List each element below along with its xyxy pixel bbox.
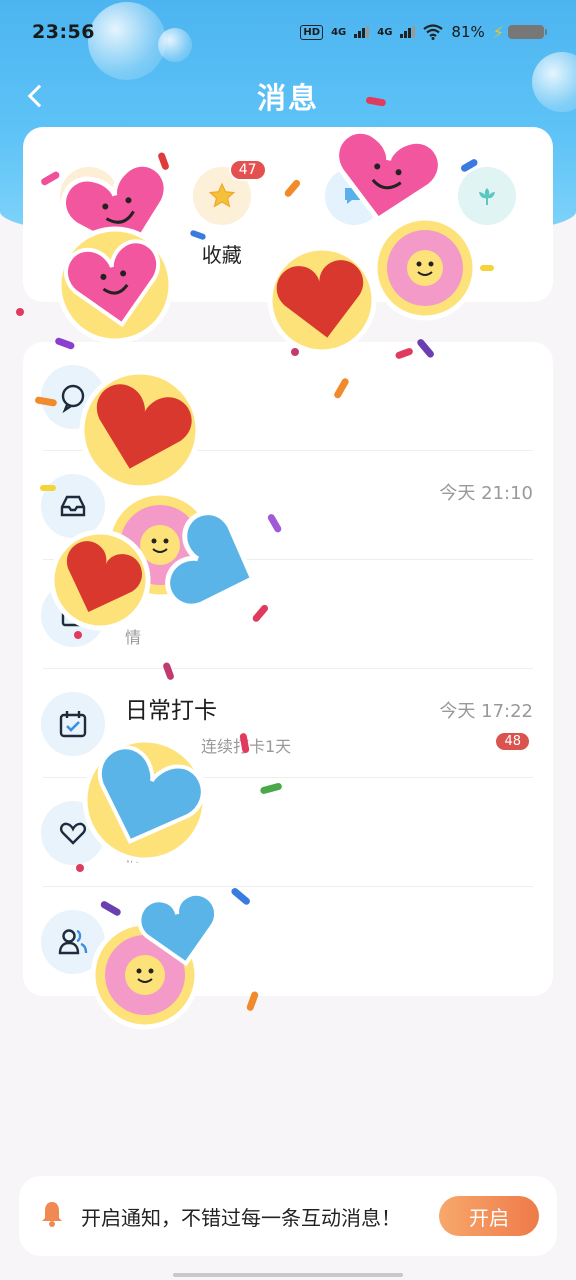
list-item[interactable]: 情 bbox=[23, 560, 553, 669]
list-item[interactable] bbox=[23, 887, 553, 996]
notification-prompt: 开启通知，不错过每一条互动消息！ 开启 bbox=[19, 1176, 557, 1256]
tab-label: 收藏 bbox=[201, 243, 242, 267]
row-time: 今天 21:10 bbox=[439, 483, 533, 504]
status-bar: 23:56 HD 4G 4G 81% ⚡ bbox=[0, 0, 576, 64]
row-subtitle: 连续打卡1天 bbox=[201, 737, 292, 756]
flower-icon bbox=[457, 167, 516, 225]
favorites-badge: 47 bbox=[228, 159, 267, 181]
nav-bar: 消息 bbox=[0, 66, 576, 126]
list-item[interactable]: 日常打卡 连续打卡1天 今天 17:22 48 bbox=[23, 669, 553, 778]
row-time: 今天 17:22 bbox=[439, 701, 533, 722]
tab-favorites[interactable]: 47 收藏 bbox=[167, 159, 277, 302]
row-title: 日常打卡 bbox=[125, 698, 217, 724]
back-button[interactable] bbox=[18, 78, 54, 114]
row-subtitle: 情 bbox=[125, 846, 142, 865]
tab-chat[interactable] bbox=[299, 167, 409, 302]
list-item[interactable]: 情 bbox=[23, 778, 553, 887]
battery-icon bbox=[508, 25, 547, 39]
tab-flower[interactable] bbox=[432, 167, 542, 302]
bell-icon bbox=[60, 167, 119, 225]
calendar-check-icon bbox=[41, 692, 105, 756]
page-title: 消息 bbox=[256, 81, 319, 115]
signal-icon bbox=[354, 26, 370, 38]
network-label-2: 4G bbox=[377, 26, 393, 38]
list-item[interactable]: 情 bbox=[23, 342, 553, 451]
message-list: 情 今天 21:10 情 日常打卡 连续打卡1天 今天 17:22 48 情 bbox=[23, 342, 553, 996]
enable-notifications-button[interactable]: 开启 bbox=[439, 1196, 539, 1236]
edit-icon bbox=[41, 583, 105, 647]
status-icons: HD 4G 4G 81% ⚡ bbox=[300, 22, 547, 42]
comment-icon bbox=[41, 365, 105, 429]
signal-icon-2 bbox=[400, 26, 416, 38]
status-time: 23:56 bbox=[32, 21, 95, 43]
wifi-icon bbox=[423, 24, 444, 40]
notification-prompt-text: 开启通知，不错过每一条互动消息！ bbox=[81, 1205, 401, 1230]
network-label-1: 4G bbox=[331, 26, 347, 38]
chevron-left-icon bbox=[27, 84, 51, 108]
charging-icon: ⚡ bbox=[492, 22, 504, 42]
bell-icon bbox=[37, 1199, 67, 1233]
row-subtitle: 情 bbox=[125, 628, 142, 647]
top-tab-card: 47 收藏 bbox=[23, 127, 553, 302]
inbox-icon bbox=[41, 474, 105, 538]
home-indicator[interactable] bbox=[173, 1273, 403, 1277]
heart-hand-icon bbox=[41, 801, 105, 865]
battery-percent: 81% bbox=[451, 23, 485, 41]
unread-badge: 48 bbox=[496, 733, 529, 750]
users-icon bbox=[41, 910, 105, 974]
hd-icon: HD bbox=[300, 24, 324, 40]
list-item[interactable]: 今天 21:10 bbox=[23, 451, 553, 560]
tab-notifications[interactable] bbox=[34, 167, 144, 302]
row-subtitle: 情 bbox=[125, 410, 142, 429]
chat-icon bbox=[325, 167, 384, 225]
